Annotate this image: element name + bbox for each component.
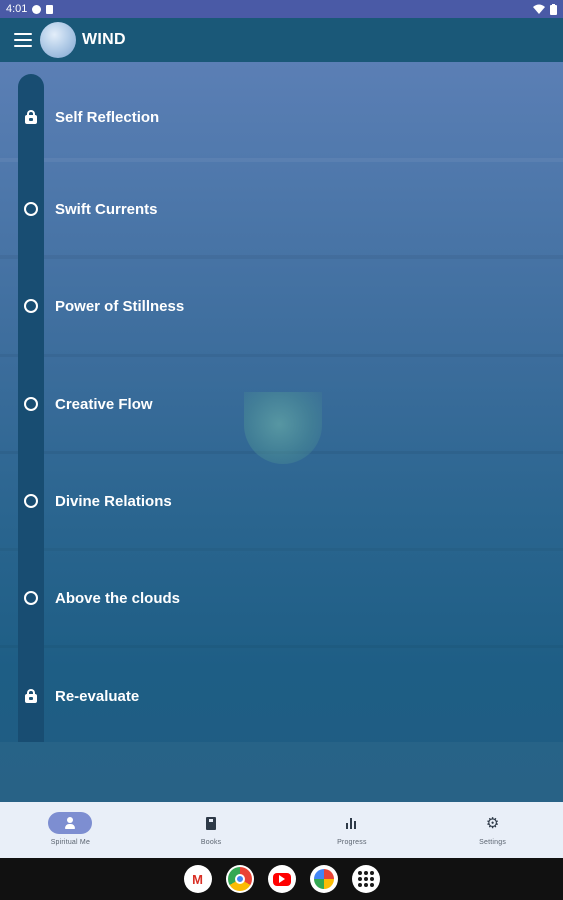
lesson-item-self-reflection[interactable]: Self Reflection [0,97,563,137]
youtube-icon[interactable] [267,865,296,893]
lesson-item-swift-currents[interactable]: Swift Currents [0,189,563,229]
lesson-path: Self Reflection Swift Currents Power of … [0,62,563,802]
chrome-icon[interactable] [225,865,254,893]
gear-icon: ⚙ [485,814,500,832]
lesson-item-creative-flow[interactable]: Creative Flow [0,384,563,424]
nav-label: Books [200,839,222,846]
person-icon [64,817,76,829]
nav-item-progress[interactable]: Progress [282,802,423,858]
status-time: 4:01 [6,3,28,15]
nav-item-settings[interactable]: ⚙ Settings [422,802,563,858]
circle-icon [24,494,38,508]
circle-icon [24,591,38,605]
lesson-label: Power of Stillness [55,297,185,315]
wifi-icon [533,4,545,14]
status-bar: 4:01 [0,0,563,18]
lesson-item-divine-relations[interactable]: Divine Relations [0,481,563,521]
bar-chart-icon [345,817,358,829]
lesson-item-above-the-clouds[interactable]: Above the clouds [0,578,563,618]
nav-label: Spiritual Me [50,839,91,846]
circle-icon [24,397,38,411]
circle-icon [24,202,38,216]
nav-label: Settings [479,839,507,846]
photos-icon[interactable] [309,865,338,893]
app-drawer-icon[interactable] [351,865,380,893]
avatar[interactable] [40,22,76,58]
bottom-navigation: Spiritual Me Books Progress ⚙ Settings [0,802,563,858]
notification-icon [32,4,42,14]
nav-item-spiritual-me[interactable]: Spiritual Me [0,802,141,858]
battery-icon [550,3,557,15]
lesson-item-re-evaluate[interactable]: Re-evaluate [0,676,563,716]
page-title: WIND [82,31,126,48]
lesson-item-power-of-stillness[interactable]: Power of Stillness [0,286,563,326]
lock-icon [24,110,38,124]
circle-icon [24,299,38,313]
lesson-label: Re-evaluate [55,687,140,705]
lesson-label: Self Reflection [55,108,160,126]
nav-label: Progress [337,839,367,846]
sim-icon [46,4,54,14]
lesson-label: Divine Relations [55,492,172,510]
taskbar-dock: M [0,858,563,900]
lesson-label: Above the clouds [55,589,181,607]
app-bar: WIND [0,18,563,62]
book-icon [206,816,217,830]
nav-item-books[interactable]: Books [141,802,282,858]
lesson-label: Swift Currents [55,200,158,218]
gmail-icon[interactable]: M [183,865,212,893]
lesson-label: Creative Flow [55,395,153,413]
menu-icon[interactable] [14,33,32,47]
lock-icon [24,689,38,703]
